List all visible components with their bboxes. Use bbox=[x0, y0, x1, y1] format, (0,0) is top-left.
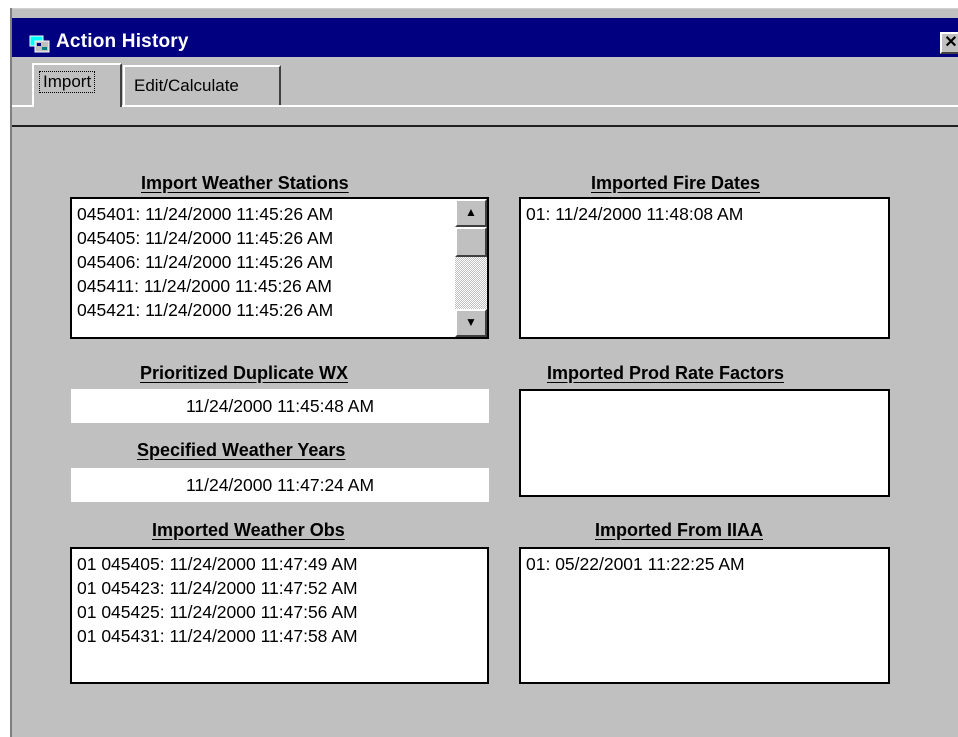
list-item[interactable]: 01 045405: 11/24/2000 11:47:49 AM bbox=[72, 552, 487, 576]
scroll-down-button[interactable]: ▼ bbox=[455, 309, 487, 337]
imported-weather-obs-heading: Imported Weather Obs bbox=[152, 520, 345, 540]
imported-fire-dates-list[interactable]: 01: 11/24/2000 11:48:08 AM bbox=[519, 197, 890, 339]
tab-panel-edge bbox=[12, 105, 958, 107]
list-item[interactable]: 045421: 11/24/2000 11:45:26 AM bbox=[72, 298, 487, 322]
list-item[interactable]: 01: 05/22/2001 11:22:25 AM bbox=[521, 552, 888, 576]
imported-fire-dates-heading: Imported Fire Dates bbox=[591, 173, 761, 193]
vertical-scrollbar[interactable]: ▲ ▼ bbox=[455, 199, 487, 337]
imported-weather-obs-list[interactable]: 01 045405: 11/24/2000 11:47:49 AM 01 045… bbox=[70, 547, 489, 684]
prioritized-duplicate-wx-value: 11/24/2000 11:45:48 AM bbox=[71, 389, 489, 423]
specified-weather-years-heading: Specified Weather Years bbox=[137, 440, 346, 460]
tab-import-label: Import bbox=[38, 71, 96, 93]
window-stack-icon bbox=[29, 35, 50, 53]
list-item[interactable]: 045406: 11/24/2000 11:45:26 AM bbox=[72, 250, 487, 274]
list-item[interactable]: 01 045425: 11/24/2000 11:47:56 AM bbox=[72, 600, 487, 624]
close-button[interactable]: ✕ bbox=[940, 32, 958, 54]
tab-panel-divider bbox=[12, 125, 958, 127]
list-item[interactable]: 01: 11/24/2000 11:48:08 AM bbox=[521, 202, 888, 226]
action-history-window: Action History ✕ Import Edit/Calculate I… bbox=[10, 8, 958, 737]
prioritized-duplicate-wx-heading: Prioritized Duplicate WX bbox=[140, 363, 349, 383]
tab-import[interactable]: Import bbox=[32, 63, 122, 107]
arrow-up-icon: ▲ bbox=[465, 205, 477, 219]
import-weather-stations-list[interactable]: 045401: 11/24/2000 11:45:26 AM 045405: 1… bbox=[70, 197, 489, 339]
arrow-down-icon: ▼ bbox=[465, 315, 477, 329]
list-item[interactable]: 01 045423: 11/24/2000 11:47:52 AM bbox=[72, 576, 487, 600]
list-item[interactable]: 045411: 11/24/2000 11:45:26 AM bbox=[72, 274, 487, 298]
scroll-thumb[interactable] bbox=[455, 227, 487, 257]
tab-edit-calculate[interactable]: Edit/Calculate bbox=[123, 65, 281, 105]
list-item[interactable]: 01 045431: 11/24/2000 11:47:58 AM bbox=[72, 624, 487, 648]
tab-edit-calculate-label: Edit/Calculate bbox=[134, 76, 239, 95]
imported-prod-rate-factors-list[interactable] bbox=[519, 389, 890, 497]
close-icon: ✕ bbox=[944, 34, 958, 51]
imported-from-iiaa-heading: Imported From IIAA bbox=[595, 520, 764, 540]
title-bar[interactable]: Action History ✕ bbox=[12, 18, 958, 57]
scroll-up-button[interactable]: ▲ bbox=[455, 199, 487, 227]
specified-weather-years-value: 11/24/2000 11:47:24 AM bbox=[71, 468, 489, 502]
import-weather-stations-heading: Import Weather Stations bbox=[141, 173, 349, 193]
imported-from-iiaa-list[interactable]: 01: 05/22/2001 11:22:25 AM bbox=[519, 547, 890, 684]
imported-prod-rate-factors-heading: Imported Prod Rate Factors bbox=[547, 363, 785, 383]
window-title: Action History bbox=[56, 31, 189, 52]
list-item[interactable]: 045401: 11/24/2000 11:45:26 AM bbox=[72, 202, 487, 226]
list-item[interactable]: 045405: 11/24/2000 11:45:26 AM bbox=[72, 226, 487, 250]
